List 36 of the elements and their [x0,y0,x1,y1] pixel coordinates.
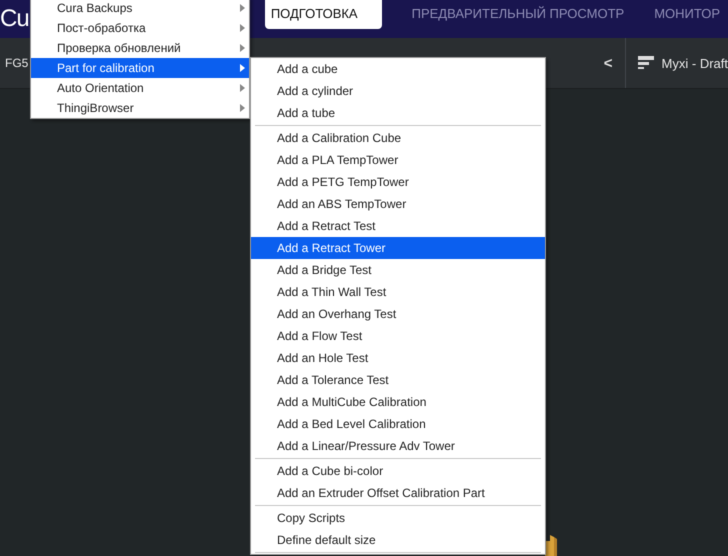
menu-item[interactable]: Add a Bridge Test [251,259,545,281]
menu-item[interactable]: Проверка обновлений [31,38,249,58]
menu-item[interactable]: Auto Orientation [31,78,249,98]
menu-item[interactable]: Add a cylinder [251,80,545,102]
menu-item[interactable]: Cura Backups [31,0,249,18]
menu-item[interactable]: Add a Bed Level Calibration [251,413,545,435]
menu-item[interactable]: Add a PLA TempTower [251,149,545,171]
menu-item[interactable]: Add a Tolerance Test [251,369,545,391]
tab[interactable]: ПОДГОТОВКА [264,0,382,29]
menu-item[interactable]: Add a Cube bi-color [251,460,545,482]
menu-item[interactable]: Add an ABS TempTower [251,193,545,215]
menu-item[interactable]: Add a Flow Test [251,325,545,347]
menu-item[interactable]: Add a tube [251,102,545,124]
settings-bars-icon [638,55,654,71]
menu-item[interactable]: Add an Hole Test [251,347,545,369]
menu-item[interactable]: Add a Linear/Pressure Adv Tower [251,435,545,457]
menu-item[interactable]: Copy Scripts [251,507,545,529]
menu-item[interactable]: Add a Thin Wall Test [251,281,545,303]
menu-item[interactable]: Add a Retract Test [251,215,545,237]
menu-item[interactable]: Define default size [251,529,545,551]
tab[interactable]: ПРЕДВАРИТЕЛЬНЫЙ ПРОСМОТР [412,0,624,28]
menu-item[interactable]: Add a cube [251,58,545,80]
menu-item[interactable]: Add a Calibration Cube [251,127,545,149]
menu-item[interactable]: ThingiBrowser [31,98,249,118]
tab[interactable]: МОНИТОР [654,0,720,28]
menu-item[interactable]: Add an Overhang Test [251,303,545,325]
profile-selector[interactable]: Myxi - Draft [626,55,728,71]
logo: Cu [0,4,29,34]
menu-item[interactable]: Пост-обработка [31,18,249,38]
printer-name[interactable]: FG5 [5,56,28,70]
menu-item[interactable]: Add a PETG TempTower [251,171,545,193]
collapse-button[interactable]: < [592,54,625,72]
menu-item[interactable]: Part for calibration [31,58,249,78]
menu-item[interactable]: Add a MultiCube Calibration [251,391,545,413]
menu-item[interactable]: Add a Retract Tower [251,237,545,259]
menu-item[interactable]: Add an Extruder Offset Calibration Part [251,482,545,504]
